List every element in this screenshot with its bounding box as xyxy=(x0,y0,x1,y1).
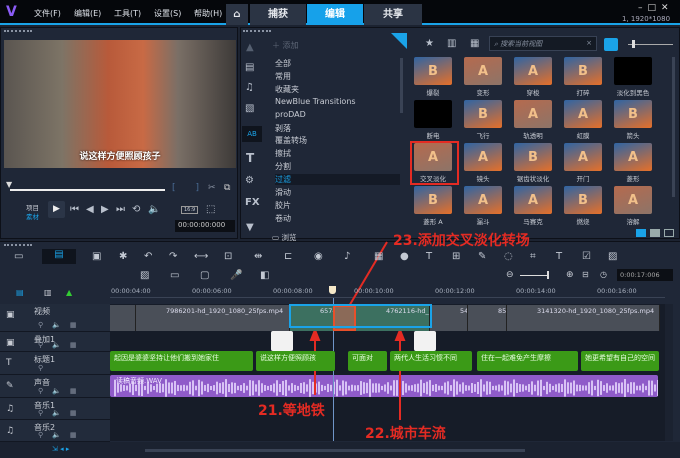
video-clip[interactable]: 855 xyxy=(468,305,507,331)
track-icon[interactable]: ✎ xyxy=(6,381,14,391)
trim-icon[interactable]: ⇹ xyxy=(254,251,262,262)
multi-camera-icon[interactable]: ▣ xyxy=(92,251,101,262)
category-item[interactable]: 常用 xyxy=(275,71,291,82)
track-controls[interactable]: ⚲ xyxy=(38,364,52,372)
3d-title-icon[interactable]: T xyxy=(556,251,562,262)
screen-capture-icon[interactable]: ▢ xyxy=(200,270,209,281)
voiceover-icon[interactable]: 🎤 xyxy=(230,270,242,281)
video-clip[interactable] xyxy=(110,305,136,331)
category-item[interactable]: 擦拭 xyxy=(275,148,291,159)
selection-outline xyxy=(289,304,432,328)
track-name: 视频 xyxy=(34,307,50,316)
split-icon[interactable]: ✱ xyxy=(119,251,127,262)
ruler-label: 00:00:14:00 xyxy=(516,287,556,295)
category-item[interactable]: 分割 xyxy=(275,161,291,172)
category-item[interactable]: 收藏夹 xyxy=(275,84,299,95)
title-clip[interactable]: 住在一起难免产生摩擦 xyxy=(477,351,578,371)
mask-icon[interactable]: ● xyxy=(400,251,409,262)
category-item[interactable]: NewBlue Transitions xyxy=(275,97,356,106)
check-icon[interactable]: ☑ xyxy=(582,251,591,262)
title-clip[interactable]: 起因是婆婆坚持让他们搬到她家住 xyxy=(110,351,253,371)
annotation-23: 23.添加交叉淡化转场 xyxy=(393,233,530,249)
track-controls[interactable]: ⚲🔈▦ xyxy=(38,387,85,395)
snapshot-icon[interactable]: ◧ xyxy=(260,270,269,281)
track-icon[interactable]: ▣ xyxy=(6,338,15,348)
title-editor-icon[interactable]: T xyxy=(426,251,432,262)
track-controls[interactable]: ⚲🔈▦ xyxy=(38,321,85,329)
category-item[interactable]: 胶片 xyxy=(275,200,291,211)
arrow-21-head xyxy=(309,327,321,341)
category-item[interactable]: 过滤 xyxy=(275,174,400,186)
track-icon[interactable]: ▣ xyxy=(6,310,15,320)
subtitle-icon[interactable]: ▦ xyxy=(374,251,383,262)
track-icon[interactable]: T xyxy=(6,358,12,368)
title-clip[interactable]: 可面对 xyxy=(348,351,387,371)
track-icon[interactable]: ♫ xyxy=(6,426,14,436)
title-clip[interactable]: 她更希望有自己的空间 xyxy=(581,351,659,371)
ruler-label: 00:00:08:00 xyxy=(273,287,313,295)
video-clip[interactable]: 3141320-hd_1920_1080_25fps.mp4 xyxy=(507,305,660,331)
title-clip[interactable]: 两代人生活习惯不同 xyxy=(390,351,472,371)
video-clip[interactable]: 547 xyxy=(430,305,468,331)
track-header: T 标题1 ⚲ xyxy=(0,352,110,375)
track-icon[interactable]: ♫ xyxy=(6,404,14,414)
paint-icon[interactable]: ▨ xyxy=(140,270,149,281)
annotation-22: 22.城市车流 xyxy=(365,426,446,442)
track-controls[interactable]: ⚲🔈▦ xyxy=(38,341,85,349)
path-icon[interactable]: ◌ xyxy=(504,251,513,262)
video-clip[interactable]: 7986201-hd_1920_1080_25fps.mp4 xyxy=(136,305,290,331)
color-grading-icon[interactable]: ▨ xyxy=(608,251,617,262)
category-item[interactable]: 卷动 xyxy=(275,213,291,224)
ruler-label: 00:00:06:00 xyxy=(192,287,232,295)
redo-icon[interactable]: ↷ xyxy=(169,251,177,262)
ruler-label: 00:00:16:00 xyxy=(597,287,637,295)
extract-icon[interactable]: ⊏ xyxy=(284,251,292,262)
category-item[interactable]: 剥落 xyxy=(275,123,291,134)
split-screen-icon[interactable]: ⊞ xyxy=(452,251,460,262)
category-item[interactable]: 覆盖转场 xyxy=(275,135,307,146)
category-item[interactable]: 全部 xyxy=(275,58,291,69)
fit-icon[interactable]: ⟷ xyxy=(194,251,208,262)
ruler-label: 00:00:12:00 xyxy=(435,287,475,295)
stabilize-icon[interactable]: ⌗ xyxy=(530,251,536,262)
title-clip[interactable]: 说这样方便照顾孩 xyxy=(256,351,335,371)
crop-icon[interactable]: ⊡ xyxy=(224,251,232,262)
record-icon[interactable]: ◉ xyxy=(314,251,323,262)
motion-tracking-icon[interactable]: ✎ xyxy=(478,251,486,262)
gif-icon[interactable]: ▭ xyxy=(170,270,179,281)
track-header: ♫ 音乐2 ⚲🔈▦ xyxy=(0,420,110,442)
track-controls[interactable]: ⚲🔈▦ xyxy=(38,409,85,417)
track-header: ▣ 叠加1 ⚲🔈▦ xyxy=(0,332,110,352)
arrow-22-head xyxy=(394,327,406,341)
undo-icon[interactable]: ↶ xyxy=(144,251,152,262)
category-item[interactable]: proDAD xyxy=(275,110,306,119)
track-controls[interactable]: ⚲🔈▦ xyxy=(38,431,85,439)
ruler-label: 00:00:04:00 xyxy=(111,287,151,295)
annotation-21: 21.等地铁 xyxy=(258,403,325,419)
track-header: ♫ 音乐1 ⚲🔈▦ xyxy=(0,398,110,420)
auto-music-icon[interactable]: ♪ xyxy=(344,251,350,262)
category-item[interactable]: 滑动 xyxy=(275,187,291,198)
track-header: ▣ 视频 ⚲🔈▦ xyxy=(0,304,110,332)
ruler-label: 00:00:10:00 xyxy=(354,287,394,295)
track-header: ✎ 声音 ⚲🔈▦ xyxy=(0,375,110,398)
